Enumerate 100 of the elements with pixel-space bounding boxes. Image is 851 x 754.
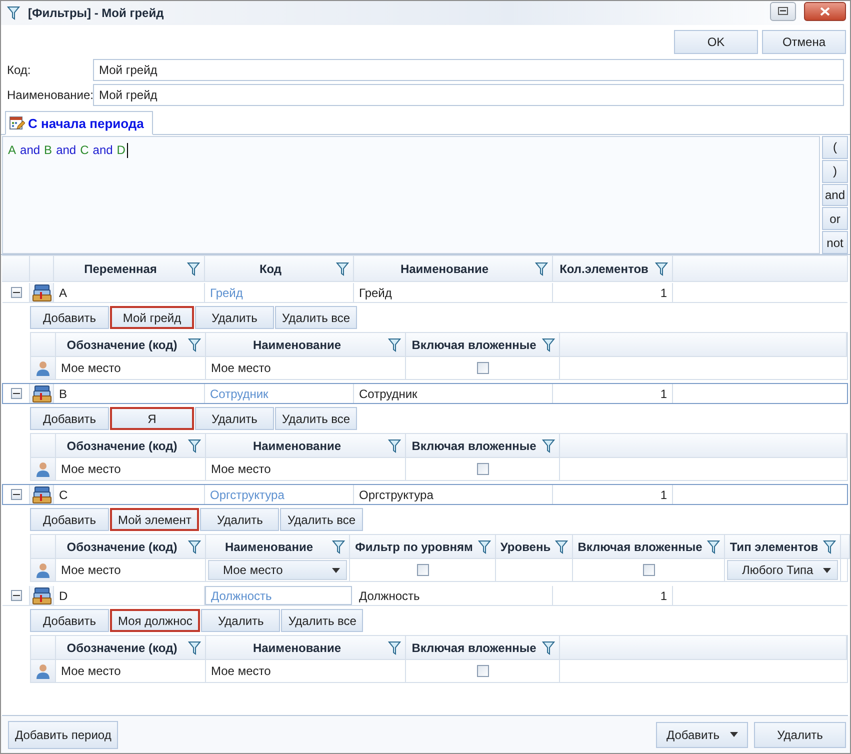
collapse-toggle[interactable] [10, 388, 22, 399]
checkbox[interactable] [476, 665, 488, 677]
column-header[interactable]: Наименование [206, 635, 406, 660]
action-button[interactable]: Добавить [30, 609, 109, 632]
operator-button[interactable]: ( [822, 136, 848, 159]
restore-button[interactable] [770, 2, 796, 20]
minus-icon [12, 592, 20, 599]
table-cell: B [54, 384, 205, 403]
column-header[interactable]: Кол.элементов [553, 255, 673, 282]
close-button[interactable] [804, 2, 846, 20]
column-header[interactable]: Обозначение (код) [56, 332, 206, 357]
column-header[interactable]: Наименование [206, 332, 406, 357]
filter-icon[interactable] [336, 262, 349, 276]
person-icon [35, 663, 51, 679]
action-button[interactable]: Добавить [30, 508, 109, 531]
action-button[interactable]: Я [110, 407, 194, 430]
filter-icon[interactable] [542, 338, 555, 352]
filter-icon[interactable] [388, 438, 401, 452]
column-header[interactable]: Тип элементов [725, 534, 841, 559]
column-header[interactable]: Наименование [206, 433, 406, 458]
filter-icon[interactable] [188, 338, 201, 352]
collapse-toggle[interactable] [10, 590, 22, 601]
action-button[interactable]: Удалить все [280, 508, 362, 531]
split-button[interactable]: Добавить [656, 722, 748, 748]
column-header[interactable]: Включая вложенные [573, 534, 725, 559]
filter-icon[interactable] [542, 640, 555, 654]
expression-token: C [80, 143, 89, 157]
checkbox[interactable] [416, 564, 428, 576]
column-header[interactable]: Включая вложенные [406, 635, 560, 660]
action-button[interactable]: Удалить все [275, 407, 358, 430]
column-header[interactable]: Включая вложенные [406, 332, 560, 357]
filter-icon[interactable] [187, 262, 200, 276]
collapse-toggle[interactable] [10, 489, 22, 500]
filter-icon[interactable] [707, 540, 720, 554]
dialog-button[interactable]: OK [674, 30, 758, 54]
action-button[interactable]: Удалить все [281, 609, 364, 632]
footer-button[interactable]: Удалить [754, 722, 846, 748]
table-row[interactable]: D Должность Должность 1 [2, 585, 848, 606]
action-button[interactable]: Мой грейд [110, 306, 194, 329]
person-icon [35, 562, 51, 578]
table-cell: D [54, 586, 205, 605]
filter-icon[interactable] [332, 540, 345, 554]
action-button[interactable]: Удалить [195, 407, 274, 430]
input-field[interactable]: Мой грейд [93, 84, 844, 106]
column-header[interactable]: Уровень [496, 534, 573, 559]
checkbox[interactable] [476, 463, 488, 475]
table-row[interactable]: A Грейд Грейд 1 [2, 282, 848, 303]
input-field[interactable]: Мой грейд [93, 58, 844, 80]
filter-icon[interactable] [188, 640, 201, 654]
action-button[interactable]: Удалить [200, 508, 280, 531]
filter-icon[interactable] [388, 338, 401, 352]
table-cell: 1 [553, 283, 673, 302]
operator-button[interactable]: ) [822, 160, 848, 183]
minus-icon [12, 289, 20, 296]
tab[interactable]: С начала периода [5, 111, 153, 135]
filter-icon[interactable] [188, 540, 201, 554]
checkbox[interactable] [476, 362, 488, 374]
filter-icon[interactable] [478, 540, 491, 554]
action-button[interactable]: Моя должнос [110, 609, 200, 632]
expression-token: and [20, 143, 40, 157]
dropdown[interactable]: Мое место [208, 560, 347, 580]
action-button[interactable]: Добавить [30, 306, 109, 329]
column-header[interactable]: Фильтр по уровням [350, 534, 496, 559]
add-period-button[interactable]: Добавить период [8, 720, 118, 748]
action-button[interactable]: Удалить все [275, 306, 358, 329]
dropdown[interactable]: Любого Типа [727, 560, 838, 580]
action-button[interactable]: Добавить [30, 407, 109, 430]
table-cell: Мое место [56, 458, 206, 480]
operator-button[interactable]: or [822, 207, 848, 230]
checkbox[interactable] [642, 564, 654, 576]
table-cell: 1 [553, 384, 673, 403]
column-header[interactable]: Код [205, 255, 354, 282]
action-button[interactable]: Мой элемент [110, 508, 200, 531]
column-header[interactable]: Включая вложенные [406, 433, 560, 458]
column-header[interactable]: Переменная [54, 255, 205, 282]
column-header[interactable]: Обозначение (код) [56, 534, 206, 559]
column-header[interactable]: Обозначение (код) [56, 635, 206, 660]
table-row[interactable]: C Оргструктура Оргструктура 1 [2, 484, 848, 505]
dialog-button[interactable]: Отмена [762, 30, 846, 54]
expression-field[interactable]: A and B and C and D [2, 136, 820, 254]
expression-token: B [44, 143, 52, 157]
filter-icon[interactable] [555, 540, 568, 554]
table-cell: C [54, 485, 205, 504]
action-button[interactable]: Удалить [201, 609, 280, 632]
collapse-toggle[interactable] [10, 287, 22, 298]
filter-icon[interactable] [188, 438, 201, 452]
action-button[interactable]: Удалить [195, 306, 274, 329]
filter-icon[interactable] [388, 640, 401, 654]
column-header[interactable]: Наименование [354, 255, 553, 282]
operator-button[interactable]: not [822, 231, 848, 254]
filter-icon[interactable] [655, 262, 668, 276]
table-row[interactable]: B Сотрудник Сотрудник 1 [2, 383, 848, 404]
column-header[interactable]: Наименование [206, 534, 350, 559]
column-header[interactable]: Обозначение (код) [56, 433, 206, 458]
caret-icon [730, 732, 738, 737]
operator-button[interactable]: and [822, 184, 848, 206]
filter-icon[interactable] [535, 262, 548, 276]
filter-icon[interactable] [823, 540, 836, 554]
funnel-icon[interactable] [7, 6, 20, 20]
filter-icon[interactable] [542, 438, 555, 452]
